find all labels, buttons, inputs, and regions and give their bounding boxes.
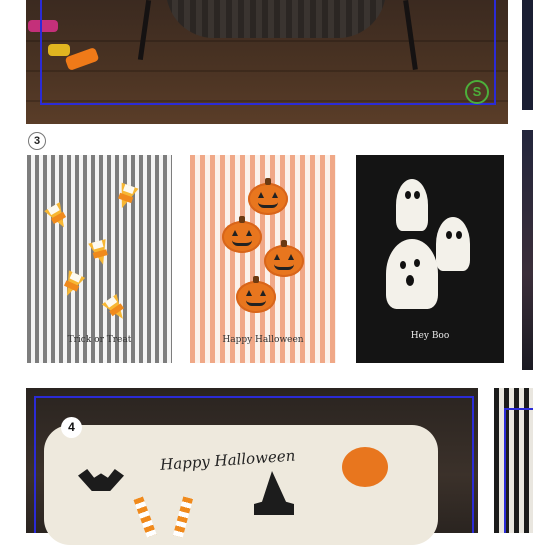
adjacent-photo-strip bbox=[522, 0, 533, 110]
jack-o-lantern-icon bbox=[248, 178, 288, 215]
jack-o-lantern-icon bbox=[236, 276, 276, 313]
candy-corn-icon bbox=[88, 239, 112, 267]
product-frame-highlight bbox=[40, 0, 496, 105]
item-number-badge: 4 bbox=[61, 417, 82, 438]
product-frame-highlight bbox=[34, 396, 474, 533]
sale-badge[interactable]: S bbox=[465, 80, 489, 104]
jack-o-lantern-icon bbox=[264, 240, 304, 277]
candy-corn-icon bbox=[113, 182, 139, 212]
adjacent-photo-strip bbox=[494, 388, 533, 533]
adjacent-photo-strip bbox=[522, 130, 533, 370]
candy-corn-icon bbox=[101, 294, 131, 324]
towel-label: Hey Boo bbox=[410, 331, 450, 341]
ghost-icon bbox=[396, 179, 428, 231]
towel-label: Happy Halloween bbox=[222, 335, 304, 345]
towel-hey-boo[interactable]: Hey Boo bbox=[356, 155, 504, 363]
ghost-icon bbox=[436, 217, 470, 271]
jack-o-lantern-icon bbox=[222, 216, 262, 253]
candy-corn-icon bbox=[58, 270, 86, 300]
ghost-icon bbox=[386, 239, 438, 309]
towel-happy-halloween[interactable]: Happy Halloween bbox=[190, 155, 336, 363]
item-number-badge: 3 bbox=[28, 132, 46, 150]
candy-corn-icon bbox=[44, 202, 72, 232]
towel-label: Trick or Treat bbox=[67, 335, 132, 345]
towel-trick-or-treat[interactable]: Trick or Treat bbox=[27, 155, 172, 363]
